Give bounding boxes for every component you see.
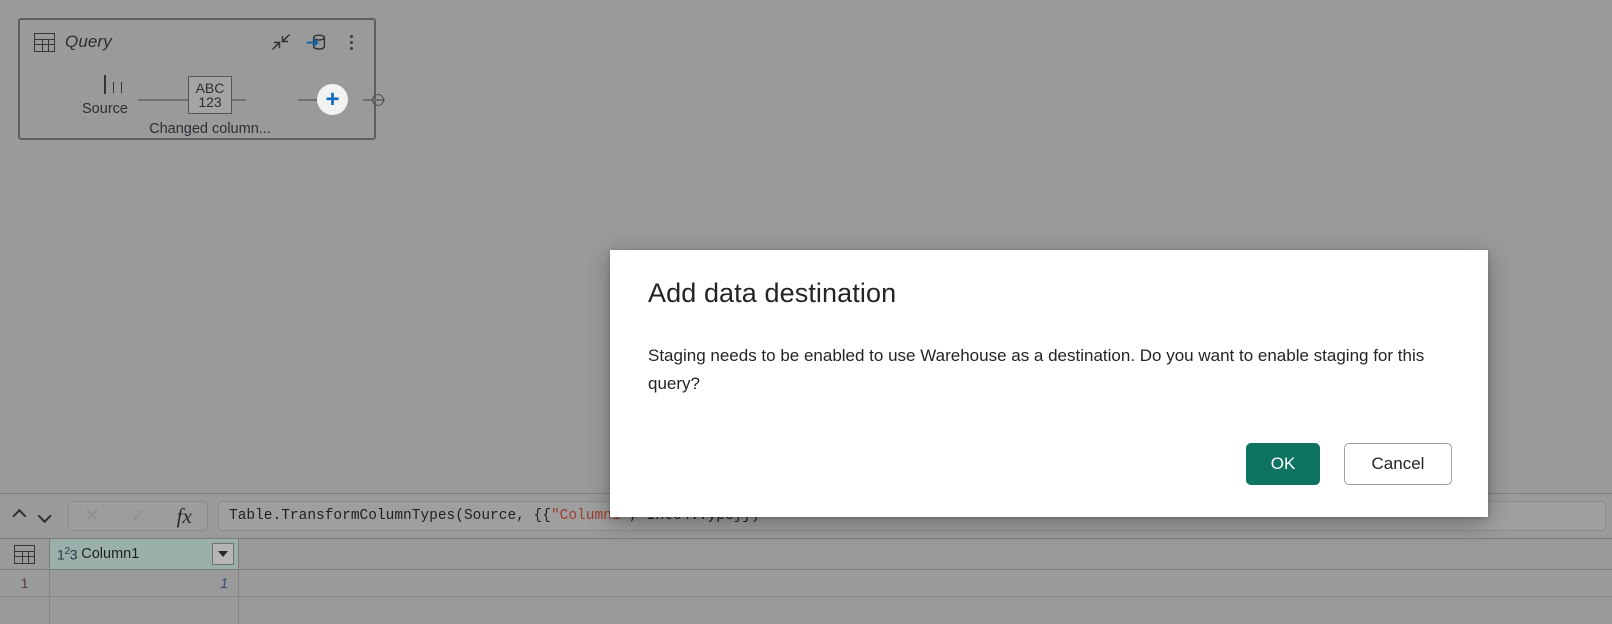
query-steps-row: Source ABC 123 Changed column... + xyxy=(20,64,385,138)
table-icon xyxy=(104,75,122,94)
grid-header-row: 123 Column1 xyxy=(0,539,1612,570)
dialog-title: Add data destination xyxy=(648,278,897,308)
dialog-body-text: Staging needs to be enabled to use Wareh… xyxy=(648,346,1425,393)
cancel-x-icon[interactable]: ✕ xyxy=(84,507,100,526)
collapse-diagram-icon[interactable] xyxy=(270,31,292,53)
table-row[interactable] xyxy=(0,597,1612,624)
chevron-down-icon[interactable] xyxy=(32,502,60,530)
query-card-header: Query xyxy=(20,20,374,64)
grid-header-filler xyxy=(239,539,1612,569)
formula-actions-group: ✕ ✓ fx xyxy=(68,501,208,531)
formula-prefix: Table.TransformColumnTypes(Source, {{ xyxy=(229,508,551,524)
grid-corner-cell[interactable] xyxy=(0,539,50,569)
number-type-icon: 123 xyxy=(57,545,78,563)
123-text: 123 xyxy=(198,94,222,110)
ok-button[interactable]: OK xyxy=(1246,443,1320,485)
add-data-destination-dialog: Add data destination Staging needs to be… xyxy=(610,250,1488,517)
table-row[interactable]: 1 1 xyxy=(0,570,1612,597)
data-grid: 123 Column1 1 1 xyxy=(0,539,1612,624)
cancel-button[interactable]: Cancel xyxy=(1344,443,1452,485)
row-filler xyxy=(239,570,1612,596)
dialog-actions: OK Cancel xyxy=(1246,443,1452,485)
row-index: 1 xyxy=(0,570,50,596)
data-destination-icon[interactable] xyxy=(305,31,327,53)
chevron-up-icon[interactable] xyxy=(4,502,32,530)
query-title: Query xyxy=(65,32,112,51)
fx-icon: fx xyxy=(176,503,192,528)
column-header-column1[interactable]: 123 Column1 xyxy=(50,539,239,569)
query-title-group: Query xyxy=(34,32,270,52)
query-card-actions xyxy=(270,31,362,53)
query-diagram-card: Query Source ABC 123 Changed column... + xyxy=(18,18,385,140)
abc123-icon: ABC 123 xyxy=(188,76,232,114)
plus-icon: + xyxy=(325,85,340,113)
row-filler xyxy=(239,597,1612,624)
step-label: Changed column... xyxy=(149,121,271,137)
table-icon xyxy=(34,32,55,52)
table-cell[interactable]: 1 xyxy=(50,570,239,596)
more-options-icon[interactable] xyxy=(340,31,362,53)
diagram-end-node[interactable] xyxy=(372,94,384,106)
row-index xyxy=(0,597,50,624)
column-header-label: Column1 xyxy=(81,546,140,562)
checkmark-icon[interactable]: ✓ xyxy=(130,507,146,526)
query-step-changed-column[interactable]: ABC 123 Changed column... xyxy=(145,76,275,137)
table-cell[interactable] xyxy=(50,597,239,624)
table-icon xyxy=(14,544,35,564)
abc-text: ABC xyxy=(195,79,225,96)
column-filter-dropdown[interactable] xyxy=(212,543,234,565)
add-step-button[interactable]: + xyxy=(317,84,348,115)
